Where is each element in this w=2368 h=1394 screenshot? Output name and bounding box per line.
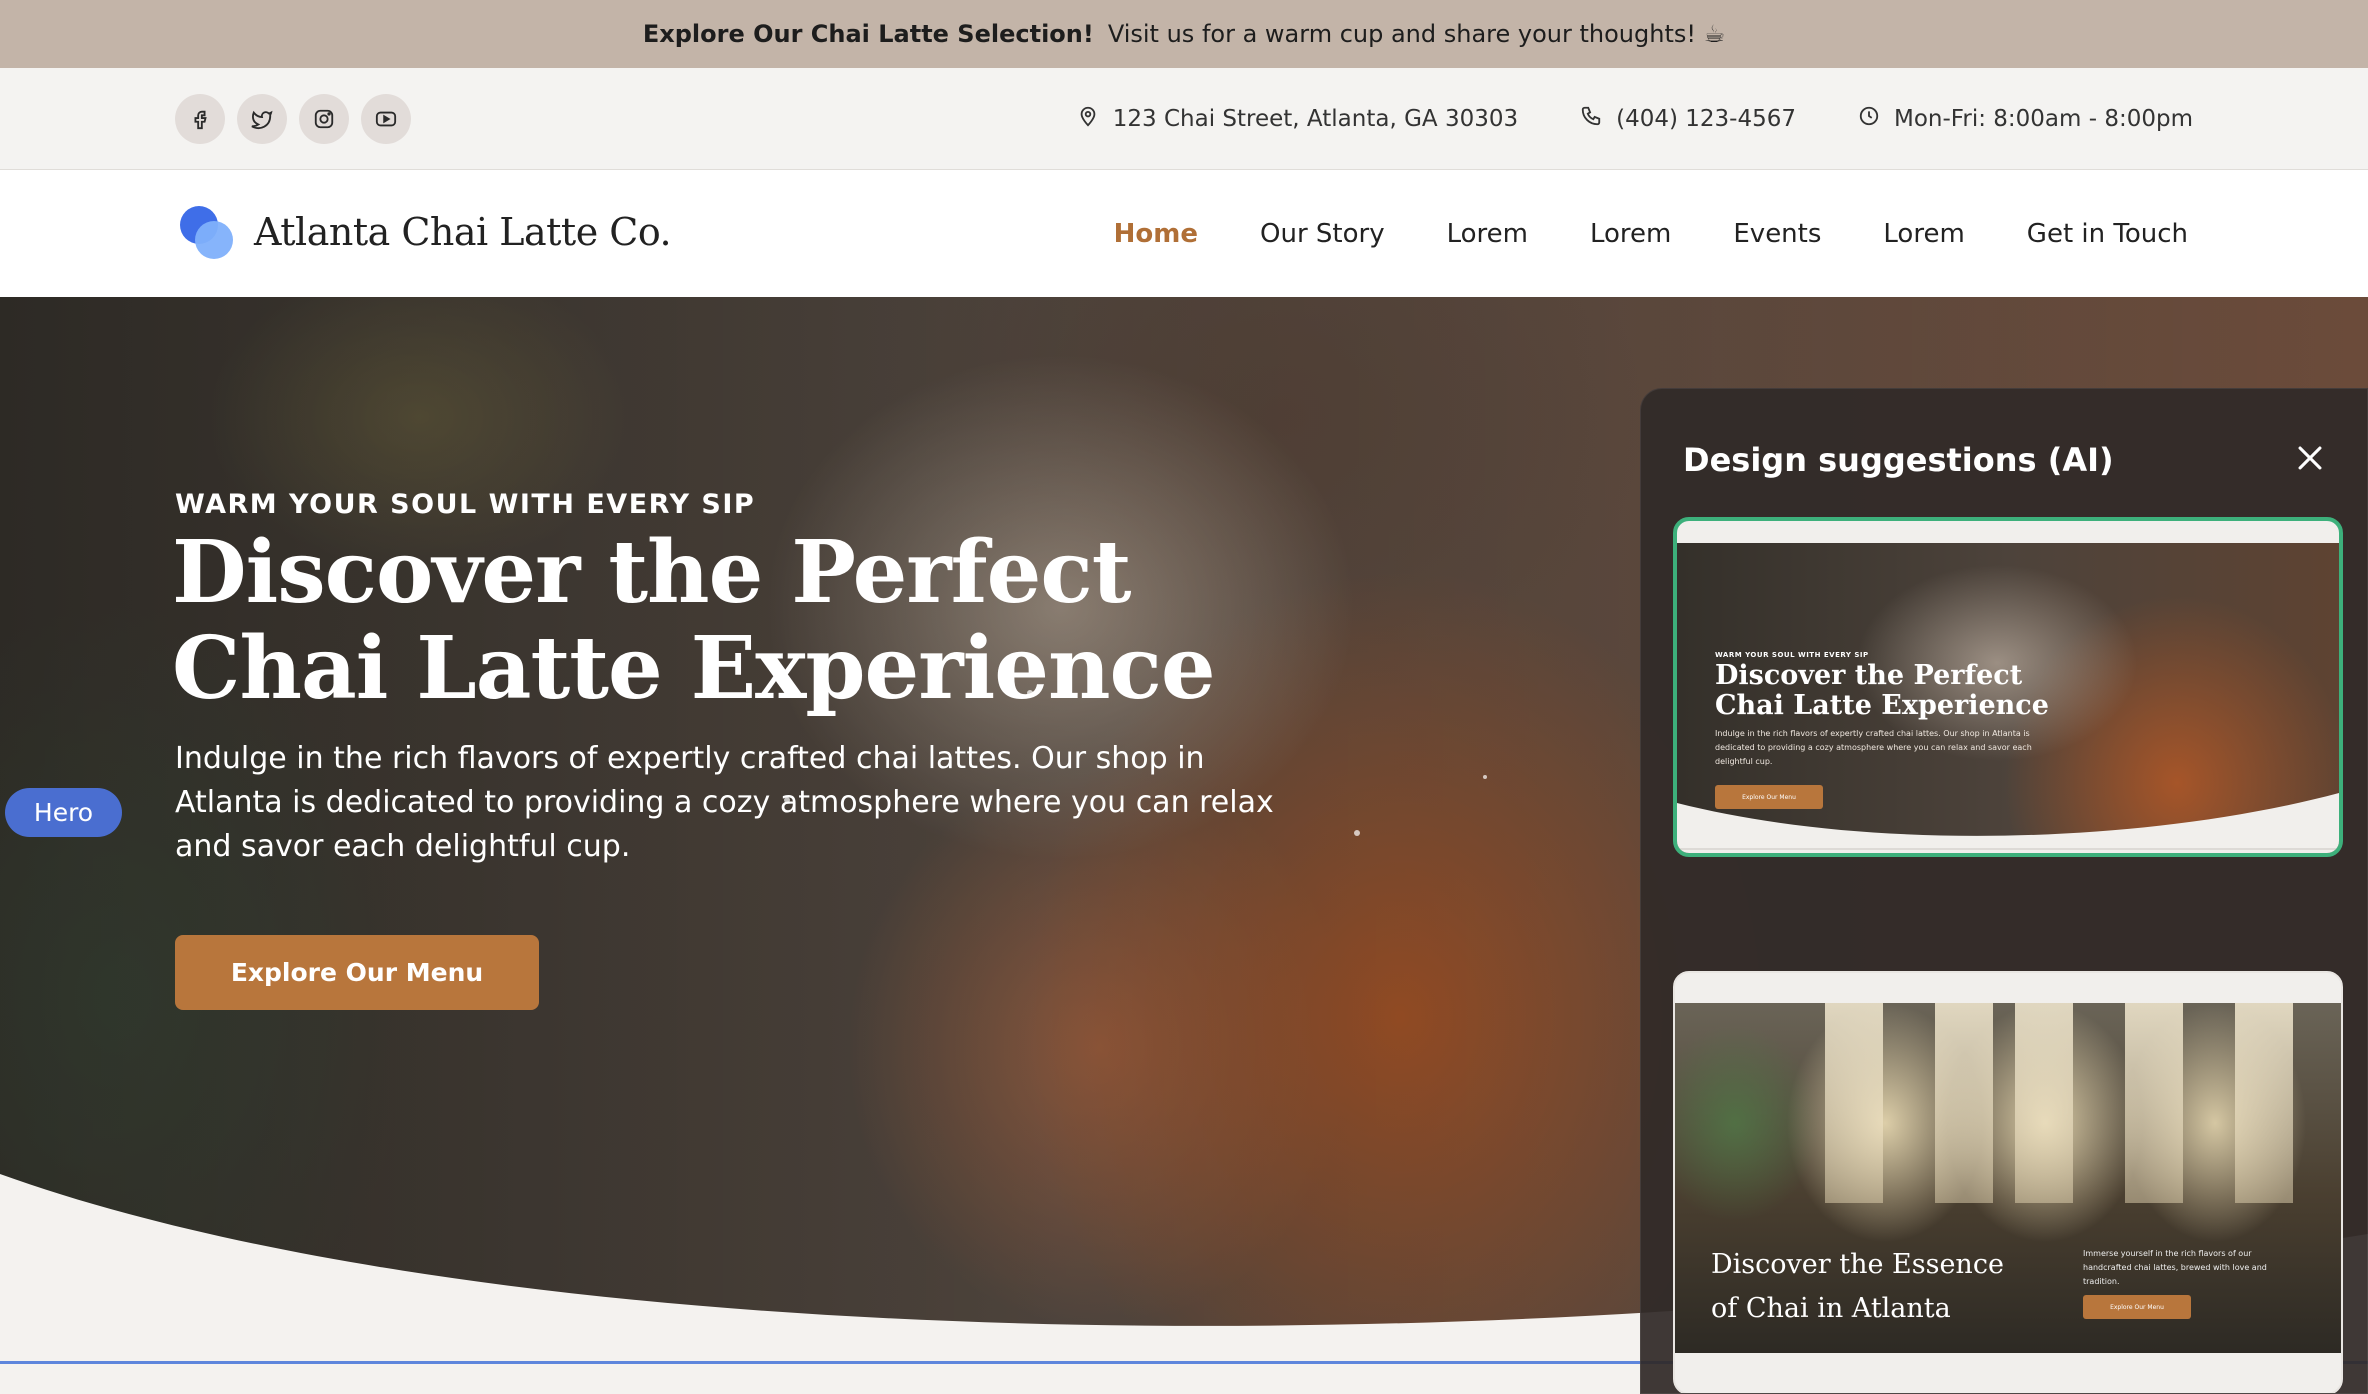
youtube-icon[interactable]: [361, 94, 411, 144]
nav-item-lorem-2[interactable]: Lorem: [1590, 219, 1671, 249]
decorative-dot: [1354, 830, 1360, 836]
brand-name: Atlanta Chai Latte Co.: [254, 210, 672, 254]
nav-item-home[interactable]: Home: [1114, 219, 1198, 249]
info-bar: 123 Chai Street, Atlanta, GA 30303 (404)…: [0, 68, 2368, 170]
twitter-icon[interactable]: [237, 94, 287, 144]
phone-icon: [1580, 105, 1602, 133]
nav-menu: Home Our Story Lorem Lorem Events Lorem …: [1114, 170, 2188, 297]
suggestion-title: Discover the Perfect Chai Latte Experien…: [1715, 660, 2049, 721]
suggestion-card-2[interactable]: Discover the Essence of Chai in Atlanta …: [1673, 971, 2343, 1393]
address-text: 123 Chai Street, Atlanta, GA 30303: [1112, 106, 1519, 132]
facebook-icon[interactable]: [175, 94, 225, 144]
decorative-dot: [1483, 775, 1487, 779]
suggestion-kicker: WARM YOUR SOUL WITH EVERY SIP: [1715, 651, 1869, 659]
design-suggestions-panel: Design suggestions (AI) WARM YOUR SOUL W…: [1640, 388, 2368, 1394]
address-item: 123 Chai Street, Atlanta, GA 30303: [1077, 105, 1518, 133]
suggestion-wave: [1677, 793, 2339, 853]
clock-icon: [1858, 105, 1880, 133]
announcement-text: Visit us for a warm cup and share your t…: [1107, 20, 1726, 48]
hero-description: Indulge in the rich flavors of expertly …: [175, 741, 1274, 864]
panel-title: Design suggestions (AI): [1683, 441, 2114, 479]
phone-item: (404) 123-4567: [1580, 105, 1796, 133]
social-links: [175, 94, 411, 144]
announcement-bold: Explore Our Chai Latte Selection!: [642, 20, 1094, 48]
suggestion-description: Indulge in the rich flavors of expertly …: [1715, 729, 2032, 766]
suggestion-card-1[interactable]: WARM YOUR SOUL WITH EVERY SIP Discover t…: [1673, 517, 2343, 857]
brand-logo[interactable]: Atlanta Chai Latte Co.: [178, 204, 672, 260]
nav-item-lorem-1[interactable]: Lorem: [1447, 219, 1528, 249]
instagram-icon[interactable]: [299, 94, 349, 144]
main-nav: Atlanta Chai Latte Co. Home Our Story Lo…: [0, 170, 2368, 297]
close-icon[interactable]: [2293, 441, 2327, 475]
hero-kicker: WARM YOUR SOUL WITH EVERY SIP: [175, 489, 756, 520]
nav-item-our-story[interactable]: Our Story: [1260, 219, 1385, 249]
suggestion-cta: Explore Our Menu: [2083, 1295, 2191, 1319]
hours-text: Mon-Fri: 8:00am - 8:00pm: [1894, 106, 2193, 132]
nav-item-events[interactable]: Events: [1733, 219, 1821, 249]
phone-text[interactable]: (404) 123-4567: [1616, 106, 1796, 132]
section-tag-hero[interactable]: Hero: [5, 788, 122, 837]
announcement-bar: Explore Our Chai Latte Selection! Visit …: [0, 0, 2368, 68]
logo-mark-icon: [178, 204, 236, 260]
explore-menu-button[interactable]: Explore Our Menu: [175, 935, 539, 1010]
map-pin-icon: [1077, 105, 1099, 133]
nav-item-lorem-3[interactable]: Lorem: [1883, 219, 1964, 249]
suggestion-description: Immerse yourself in the rich flavors of …: [2083, 1249, 2267, 1286]
contact-info: 123 Chai Street, Atlanta, GA 30303 (404)…: [1077, 68, 2193, 170]
hours-item: Mon-Fri: 8:00am - 8:00pm: [1858, 105, 2193, 133]
suggestion-preview-image: Discover the Essence of Chai in Atlanta …: [1675, 1003, 2341, 1353]
hero-title: Discover the Perfect Chai Latte Experien…: [172, 522, 1216, 719]
nav-item-get-in-touch[interactable]: Get in Touch: [2027, 219, 2188, 249]
suggestion-title: Discover the Essence of Chai in Atlanta: [1711, 1249, 2004, 1324]
